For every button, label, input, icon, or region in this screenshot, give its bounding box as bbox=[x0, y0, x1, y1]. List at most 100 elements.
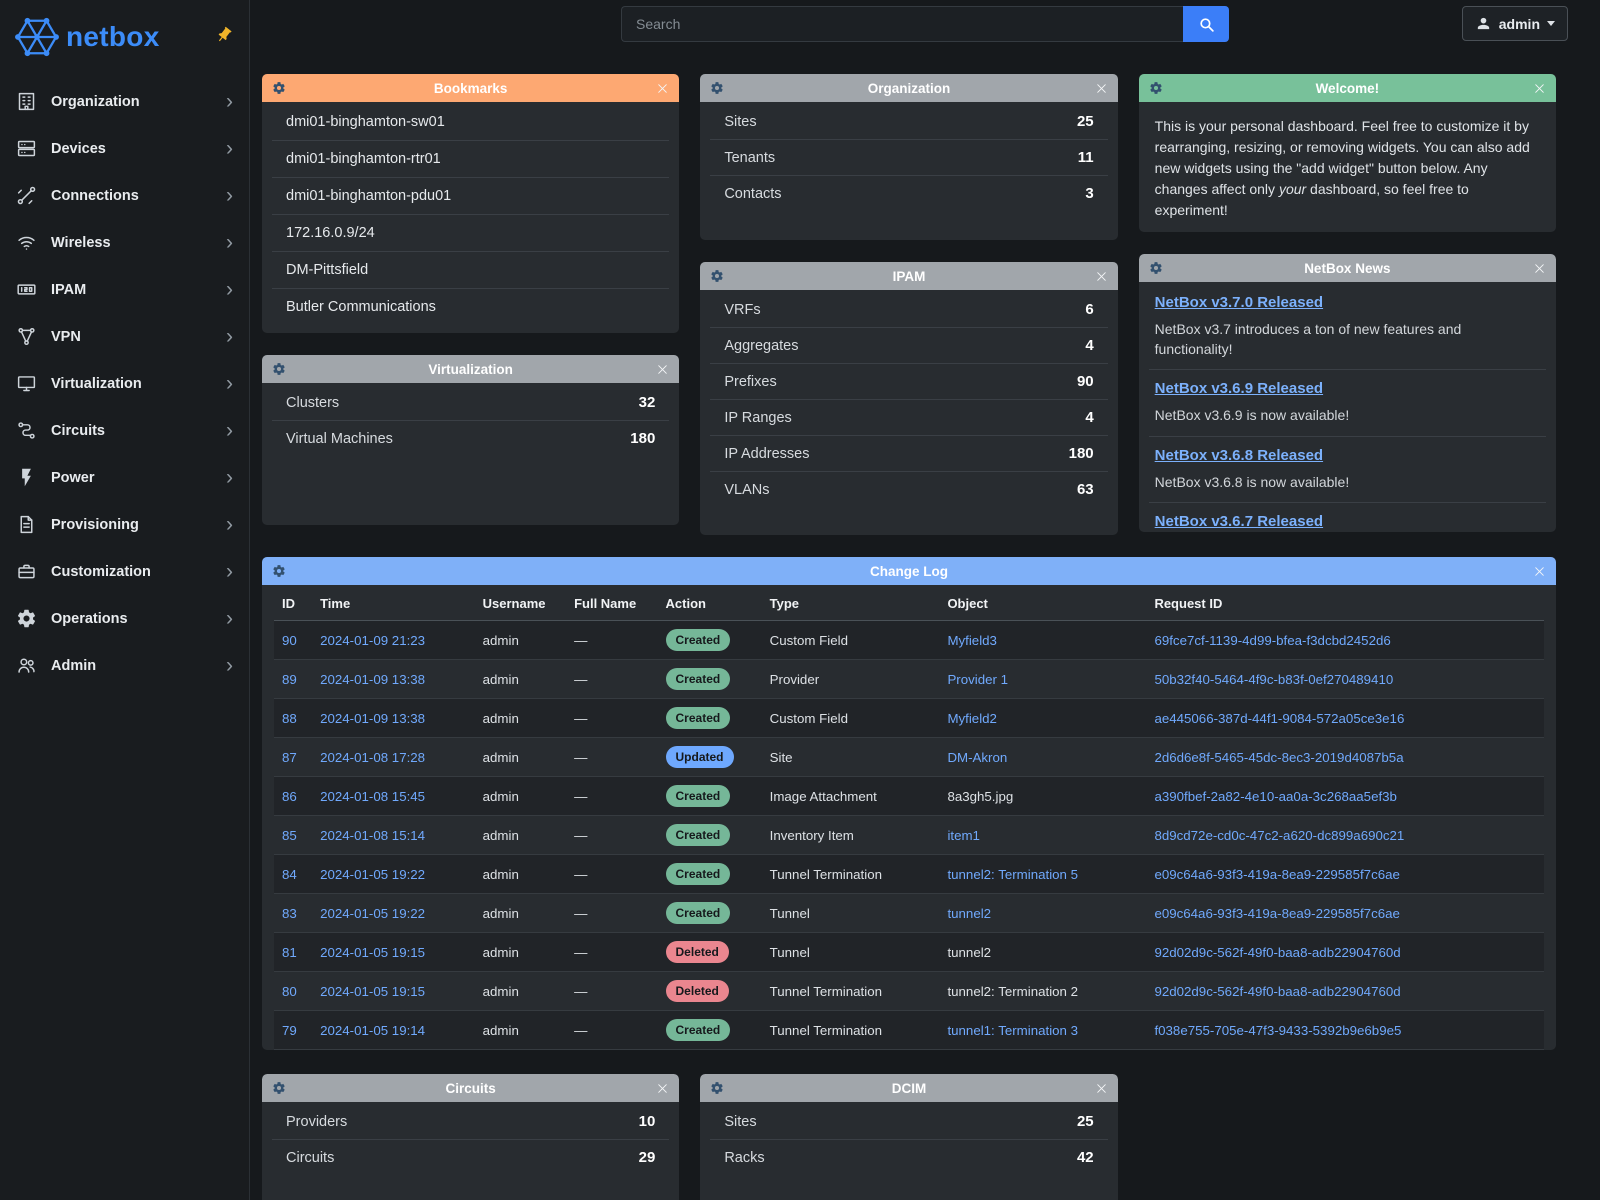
change-time-link[interactable]: 2024-01-05 19:22 bbox=[320, 867, 425, 882]
request-id-link[interactable]: e09c64a6-93f3-419a-8ea9-229585f7c6ae bbox=[1154, 906, 1399, 921]
stat-value-link[interactable]: 10 bbox=[639, 1113, 656, 1130]
change-id-link[interactable]: 86 bbox=[282, 789, 297, 804]
gear-icon[interactable] bbox=[1149, 261, 1163, 275]
change-id-link[interactable]: 87 bbox=[282, 750, 297, 765]
gear-icon[interactable] bbox=[710, 81, 724, 95]
stat-value-link[interactable]: 42 bbox=[1077, 1149, 1094, 1166]
sidebar-item-virtualization[interactable]: Virtualization › bbox=[0, 360, 249, 407]
request-id-link[interactable]: 2d6d6e8f-5465-45dc-8ec3-2019d4087b5a bbox=[1154, 750, 1403, 765]
pin-sidebar-icon[interactable] bbox=[215, 26, 233, 44]
request-id-link[interactable]: 92d02d9c-562f-49f0-baa8-adb22904760d bbox=[1154, 984, 1400, 999]
change-time-link[interactable]: 2024-01-09 13:38 bbox=[320, 711, 425, 726]
change-time-link[interactable]: 2024-01-05 19:14 bbox=[320, 1023, 425, 1038]
change-time-link[interactable]: 2024-01-09 21:23 bbox=[320, 633, 425, 648]
stat-value-link[interactable]: 180 bbox=[1069, 445, 1094, 462]
stat-value-link[interactable]: 180 bbox=[630, 430, 655, 447]
close-icon[interactable] bbox=[1533, 82, 1546, 95]
change-id-link[interactable]: 88 bbox=[282, 711, 297, 726]
request-id-link[interactable]: a390fbef-2a82-4e10-aa0a-3c268aa5ef3b bbox=[1154, 789, 1397, 804]
request-id-link[interactable]: f038e755-705e-47f3-9433-5392b9e6b9e5 bbox=[1154, 1023, 1401, 1038]
change-time-link[interactable]: 2024-01-08 15:45 bbox=[320, 789, 425, 804]
stat-value-link[interactable]: 4 bbox=[1085, 409, 1093, 426]
change-object-link[interactable]: Myfield2 bbox=[947, 711, 997, 726]
user-menu-button[interactable]: admin bbox=[1462, 6, 1568, 41]
change-id-link[interactable]: 80 bbox=[282, 984, 297, 999]
bookmark-link[interactable]: dmi01-binghamton-rtr01 bbox=[272, 141, 669, 178]
sidebar-item-devices[interactable]: Devices › bbox=[0, 125, 249, 172]
stat-value-link[interactable]: 32 bbox=[639, 394, 656, 411]
stat-value-link[interactable]: 3 bbox=[1085, 185, 1093, 202]
news-headline-link[interactable]: NetBox v3.7.0 Released bbox=[1155, 294, 1323, 311]
change-time-link[interactable]: 2024-01-05 19:15 bbox=[320, 945, 425, 960]
bookmark-link[interactable]: 172.16.0.9/24 bbox=[272, 215, 669, 252]
request-id-link[interactable]: 8d9cd72e-cd0c-47c2-a620-dc899a690c21 bbox=[1154, 828, 1404, 843]
stat-value-link[interactable]: 4 bbox=[1085, 337, 1093, 354]
change-time-link[interactable]: 2024-01-05 19:15 bbox=[320, 984, 425, 999]
sidebar-item-operations[interactable]: Operations › bbox=[0, 595, 249, 642]
sidebar-item-circuits[interactable]: Circuits › bbox=[0, 407, 249, 454]
change-object-link[interactable]: tunnel2: Termination 5 bbox=[947, 867, 1078, 882]
change-id-link[interactable]: 79 bbox=[282, 1023, 297, 1038]
sidebar-item-admin[interactable]: Admin › bbox=[0, 642, 249, 689]
close-icon[interactable] bbox=[656, 82, 669, 95]
news-headline-link[interactable]: NetBox v3.6.7 Released bbox=[1155, 513, 1323, 530]
change-object-link[interactable]: item1 bbox=[947, 828, 980, 843]
sidebar-item-organization[interactable]: Organization › bbox=[0, 78, 249, 125]
change-id-link[interactable]: 81 bbox=[282, 945, 297, 960]
news-headline-link[interactable]: NetBox v3.6.8 Released bbox=[1155, 447, 1323, 464]
stat-value-link[interactable]: 11 bbox=[1078, 149, 1094, 166]
gear-icon[interactable] bbox=[1149, 81, 1163, 95]
sidebar-item-vpn[interactable]: VPN › bbox=[0, 313, 249, 360]
stat-value-link[interactable]: 25 bbox=[1077, 1113, 1094, 1130]
change-object-link[interactable]: tunnel2: Termination 2 bbox=[947, 984, 1078, 999]
close-icon[interactable] bbox=[1095, 1082, 1108, 1095]
news-headline-link[interactable]: NetBox v3.6.9 Released bbox=[1155, 380, 1323, 397]
close-icon[interactable] bbox=[1095, 270, 1108, 283]
change-id-link[interactable]: 90 bbox=[282, 633, 297, 648]
bookmark-link[interactable]: dmi01-binghamton-sw01 bbox=[272, 104, 669, 141]
sidebar-item-wireless[interactable]: Wireless › bbox=[0, 219, 249, 266]
close-icon[interactable] bbox=[1533, 565, 1546, 578]
request-id-link[interactable]: 92d02d9c-562f-49f0-baa8-adb22904760d bbox=[1154, 945, 1400, 960]
change-time-link[interactable]: 2024-01-08 17:28 bbox=[320, 750, 425, 765]
change-id-link[interactable]: 89 bbox=[282, 672, 297, 687]
close-icon[interactable] bbox=[656, 1082, 669, 1095]
stat-value-link[interactable]: 29 bbox=[639, 1149, 656, 1166]
gear-icon[interactable] bbox=[710, 1081, 724, 1095]
change-object-link[interactable]: 8a3gh5.jpg bbox=[947, 789, 1013, 804]
logo-text[interactable]: netbox bbox=[66, 21, 160, 53]
change-object-link[interactable]: tunnel2 bbox=[947, 906, 991, 921]
change-time-link[interactable]: 2024-01-08 15:14 bbox=[320, 828, 425, 843]
gear-icon[interactable] bbox=[272, 81, 286, 95]
stat-value-link[interactable]: 90 bbox=[1077, 373, 1094, 390]
gear-icon[interactable] bbox=[272, 362, 286, 376]
change-time-link[interactable]: 2024-01-09 13:38 bbox=[320, 672, 425, 687]
change-id-link[interactable]: 83 bbox=[282, 906, 297, 921]
search-button[interactable] bbox=[1183, 6, 1229, 42]
sidebar-item-provisioning[interactable]: Provisioning › bbox=[0, 501, 249, 548]
close-icon[interactable] bbox=[656, 363, 669, 376]
change-id-link[interactable]: 85 bbox=[282, 828, 297, 843]
request-id-link[interactable]: 50b32f40-5464-4f9c-b83f-0ef270489410 bbox=[1154, 672, 1393, 687]
sidebar-item-power[interactable]: Power › bbox=[0, 454, 249, 501]
gear-icon[interactable] bbox=[272, 564, 286, 578]
close-icon[interactable] bbox=[1533, 262, 1546, 275]
stat-value-link[interactable]: 25 bbox=[1077, 113, 1094, 130]
change-object-link[interactable]: tunnel1: Termination 3 bbox=[947, 1023, 1078, 1038]
search-input[interactable] bbox=[621, 6, 1183, 42]
gear-icon[interactable] bbox=[710, 269, 724, 283]
change-object-link[interactable]: tunnel2 bbox=[947, 945, 991, 960]
stat-value-link[interactable]: 63 bbox=[1077, 481, 1094, 498]
close-icon[interactable] bbox=[1095, 82, 1108, 95]
bookmark-link[interactable]: dmi01-binghamton-pdu01 bbox=[272, 178, 669, 215]
sidebar-item-customization[interactable]: Customization › bbox=[0, 548, 249, 595]
bookmark-link[interactable]: Butler Communications bbox=[272, 289, 669, 325]
change-id-link[interactable]: 84 bbox=[282, 867, 297, 882]
change-object-link[interactable]: DM-Akron bbox=[947, 750, 1007, 765]
sidebar-item-connections[interactable]: Connections › bbox=[0, 172, 249, 219]
request-id-link[interactable]: 69fce7cf-1139-4d99-bfea-f3dcbd2452d6 bbox=[1154, 633, 1390, 648]
change-object-link[interactable]: Myfield3 bbox=[947, 633, 997, 648]
request-id-link[interactable]: ae445066-387d-44f1-9084-572a05ce3e16 bbox=[1154, 711, 1404, 726]
change-object-link[interactable]: Provider 1 bbox=[947, 672, 1008, 687]
request-id-link[interactable]: e09c64a6-93f3-419a-8ea9-229585f7c6ae bbox=[1154, 867, 1399, 882]
